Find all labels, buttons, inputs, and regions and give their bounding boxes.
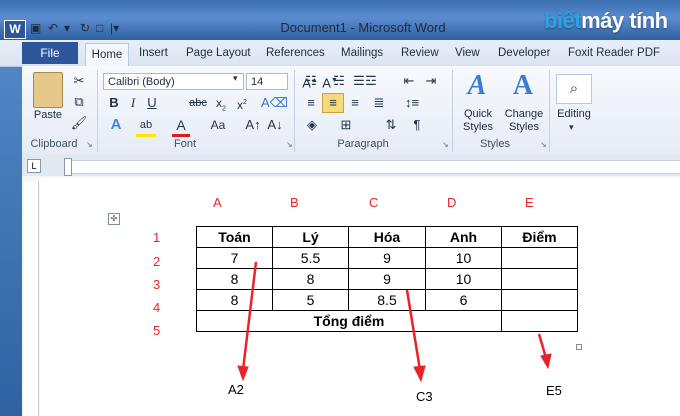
arrow-a2 bbox=[241, 261, 258, 371]
arrow-e5 bbox=[537, 333, 548, 359]
annotation-arrows bbox=[237, 261, 552, 383]
annotation-c3: C3 bbox=[416, 389, 433, 404]
arrow-c3 bbox=[405, 289, 422, 371]
annotation-a2: A2 bbox=[228, 382, 244, 397]
annotation-e5: E5 bbox=[546, 383, 562, 398]
